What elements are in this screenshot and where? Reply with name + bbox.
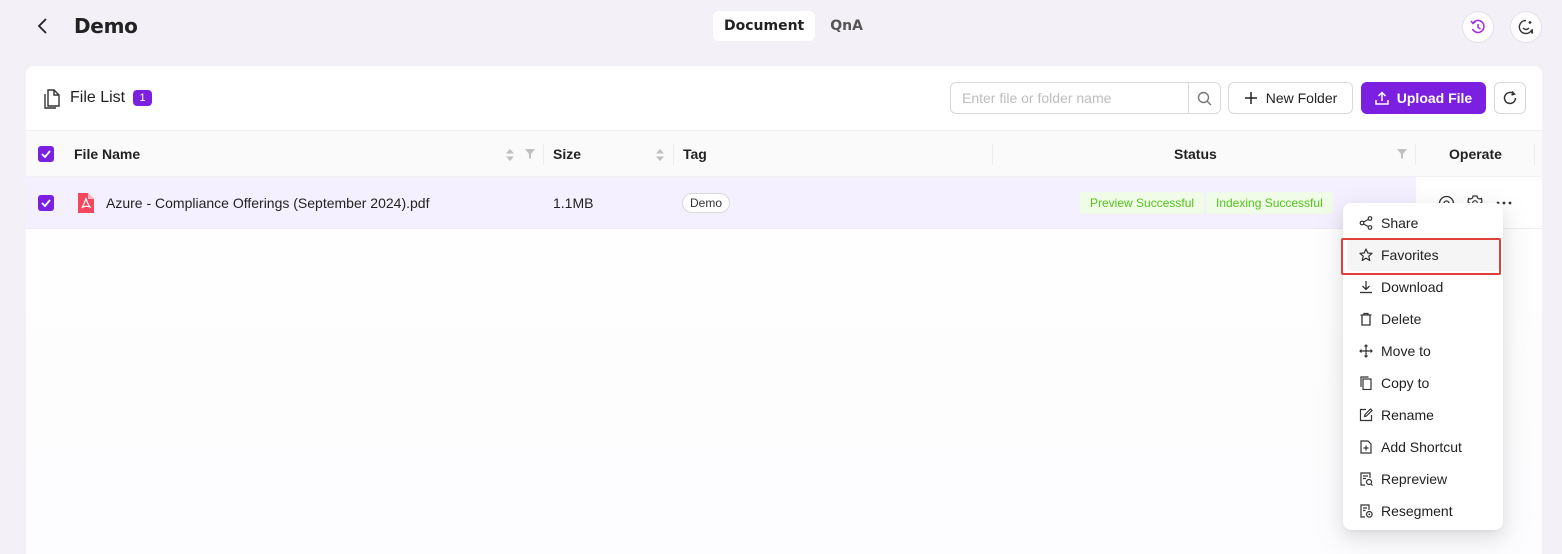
table-row[interactable]: Azure - Compliance Offerings (September … (26, 177, 1416, 229)
menu-item-label: Resegment (1381, 503, 1453, 519)
menu-item-label: Add Shortcut (1381, 439, 1462, 455)
search-input[interactable] (951, 83, 1188, 113)
edit-icon (1359, 408, 1373, 422)
repreview-icon (1360, 472, 1373, 486)
menu-item-add-shortcut[interactable]: Add Shortcut (1347, 431, 1499, 463)
file-count-badge: 1 (133, 90, 152, 106)
chat-smile-icon (1518, 19, 1534, 35)
files-icon (44, 89, 60, 109)
file-name[interactable]: Azure - Compliance Offerings (September … (106, 177, 429, 229)
column-file-name[interactable]: File Name (74, 131, 140, 177)
resegment-icon (1360, 504, 1373, 518)
column-size[interactable]: Size (553, 131, 581, 177)
menu-item-download[interactable]: Download (1347, 271, 1499, 303)
tab-document[interactable]: Document (713, 11, 816, 41)
menu-item-label: Repreview (1381, 471, 1448, 487)
star-icon (1359, 248, 1373, 262)
upload-file-label: Upload File (1396, 90, 1473, 106)
filter-icon[interactable] (1396, 148, 1408, 160)
sort-icon[interactable] (655, 148, 665, 162)
chevron-left-icon (37, 18, 47, 34)
move-icon (1359, 344, 1373, 358)
pdf-file-icon (78, 193, 94, 213)
file-tag: Demo (682, 193, 731, 213)
sort-icon[interactable] (505, 148, 515, 162)
menu-item-label: Download (1381, 279, 1444, 295)
view-tabs: Document QnA (713, 11, 874, 41)
new-folder-label: New Folder (1265, 90, 1338, 106)
copy-icon (1360, 376, 1372, 390)
back-button[interactable] (30, 13, 56, 39)
file-list-title: File List (70, 89, 126, 106)
menu-item-label: Copy to (1381, 375, 1430, 391)
refresh-button[interactable] (1494, 82, 1526, 114)
more-actions-menu: Share Favorites Download Delete Move to … (1343, 203, 1503, 530)
menu-item-share[interactable]: Share (1347, 207, 1499, 239)
menu-item-label: Share (1381, 215, 1419, 231)
upload-file-button[interactable]: Upload File (1361, 82, 1486, 114)
menu-item-copy-to[interactable]: Copy to (1347, 367, 1499, 399)
upload-icon (1375, 91, 1389, 105)
menu-item-delete[interactable]: Delete (1347, 303, 1499, 335)
menu-item-move-to[interactable]: Move to (1347, 335, 1499, 367)
page-title: Demo (74, 14, 138, 38)
column-tag: Tag (683, 146, 707, 162)
search-box (950, 82, 1221, 114)
check-icon (41, 150, 51, 158)
history-icon (1470, 19, 1485, 34)
search-button[interactable] (1188, 83, 1220, 113)
history-button[interactable] (1462, 11, 1494, 43)
share-icon (1359, 216, 1373, 230)
menu-item-rename[interactable]: Rename (1347, 399, 1499, 431)
select-all-checkbox[interactable] (38, 146, 54, 162)
preview-status-badge: Preview Successful (1080, 192, 1205, 214)
menu-item-label: Delete (1381, 311, 1422, 327)
plus-icon (1244, 92, 1257, 104)
menu-item-repreview[interactable]: Repreview (1347, 463, 1499, 495)
filter-icon[interactable] (524, 148, 536, 160)
check-icon (41, 199, 51, 207)
menu-item-resegment[interactable]: Resegment (1347, 495, 1499, 527)
column-status: Status (1174, 146, 1217, 162)
shortcut-icon (1360, 440, 1372, 454)
menu-item-favorites[interactable]: Favorites (1347, 239, 1499, 271)
assistant-button[interactable] (1510, 11, 1542, 43)
file-size: 1.1MB (553, 195, 594, 211)
search-icon (1197, 91, 1212, 105)
column-operate: Operate (1449, 146, 1502, 162)
row-checkbox[interactable] (38, 195, 54, 211)
tab-qna[interactable]: QnA (819, 11, 874, 41)
new-folder-button[interactable]: New Folder (1228, 82, 1353, 114)
table-header: File Name Size Tag Status Operate (26, 130, 1542, 177)
file-list-card: File List 1 New Folder Upload File File … (26, 66, 1542, 554)
top-bar: Demo Document QnA (0, 0, 1562, 54)
menu-item-label: Favorites (1381, 247, 1439, 263)
indexing-status-badge: Indexing Successful (1206, 192, 1333, 214)
trash-icon (1360, 312, 1372, 326)
menu-item-label: Move to (1381, 343, 1431, 359)
menu-item-label: Rename (1381, 407, 1434, 423)
file-list-header: File List 1 New Folder Upload File (26, 66, 1542, 130)
refresh-icon (1503, 90, 1517, 105)
download-icon (1360, 281, 1372, 294)
